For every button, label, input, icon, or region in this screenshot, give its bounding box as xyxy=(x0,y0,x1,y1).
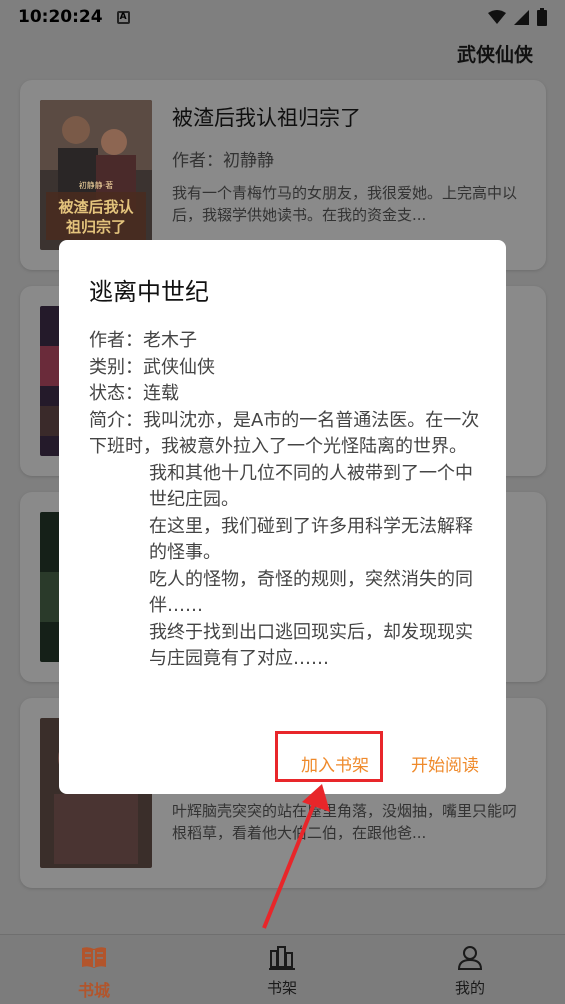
book-description: 我有一个青梅竹马的女朋友，我很爱她。上完高中以后，我辍学供她读书。在我的资金支.… xyxy=(172,184,518,224)
category-title: 武侠仙侠 xyxy=(456,44,533,66)
book-detail-dialog: 逃离中世纪 作者：老木子 类别：武侠仙侠 状态：连载 简介：我叫沈亦，是A市的一… xyxy=(59,240,506,794)
status-time: 10:20:24 xyxy=(18,7,103,27)
cover-title-line-1: 被渣后我认 xyxy=(58,198,134,216)
book-open-icon xyxy=(82,947,106,968)
bottom-navigation: 书城 书架 我的 xyxy=(0,934,565,1004)
wifi-icon xyxy=(488,9,506,24)
nav-item-bookstore[interactable]: 书城 xyxy=(44,935,144,1004)
book-title: 被渣后我认祖归宗了 xyxy=(172,106,361,130)
bookshelf-icon xyxy=(269,946,295,970)
user-icon xyxy=(457,946,483,970)
dialog-body: 作者：老木子 类别：武侠仙侠 状态：连载 简介：我叫沈亦，是A市的一名普通法医。… xyxy=(89,328,483,673)
dialog-intro: 在这里，我们碰到了许多用科学无法解释的怪事。 xyxy=(149,515,473,564)
dialog-title: 逃离中世纪 xyxy=(89,278,209,306)
nav-item-profile[interactable]: 我的 xyxy=(420,935,520,1004)
dialog-intro: 吃人的怪物，奇怪的规则，突然消失的同伴…… xyxy=(149,568,473,617)
status-bar: 10:20:24 A xyxy=(0,0,565,34)
cover-tag: 初静静·著 xyxy=(79,180,114,190)
book-author: 作者：初静静 xyxy=(172,151,274,171)
battery-icon xyxy=(537,8,547,26)
dialog-category: 类别：武侠仙侠 xyxy=(89,356,215,378)
start-reading-button[interactable]: 开始阅读 xyxy=(411,751,479,776)
nav-label: 书城 xyxy=(77,981,110,1000)
nav-label: 我的 xyxy=(454,979,485,997)
dialog-status: 状态：连载 xyxy=(89,383,179,404)
dialog-intro: 简介：我叫沈亦，是A市的一名普通法医。在一次下班时，我被意外拉入了一个光怪陆离的… xyxy=(89,409,480,458)
dialog-intro: 我终于找到出口逃回现实后，却发现现实与庄园竟有了对应…… xyxy=(149,621,473,670)
nav-item-bookshelf[interactable]: 书架 xyxy=(232,935,332,1004)
cover-title-line-2: 祖归宗了 xyxy=(65,218,126,236)
add-to-shelf-button[interactable]: 加入书架 xyxy=(301,751,369,776)
book-cover: 初静静·著 被渣后我认 祖归宗了 xyxy=(40,100,152,250)
dialog-intro: 我和其他十几位不同的人被带到了一个中世纪庄园。 xyxy=(149,462,473,511)
nav-label: 书架 xyxy=(266,979,297,997)
signal-icon xyxy=(514,9,529,25)
app-notification-icon: A xyxy=(116,10,130,24)
status-icons xyxy=(488,8,547,26)
book-description: 叶辉脑壳突突的站在屋里角落，没烟抽，嘴里只能叼根稻草，看着他大伯二伯，在跟他爸.… xyxy=(172,802,518,842)
dialog-author: 作者：老木子 xyxy=(89,330,197,351)
